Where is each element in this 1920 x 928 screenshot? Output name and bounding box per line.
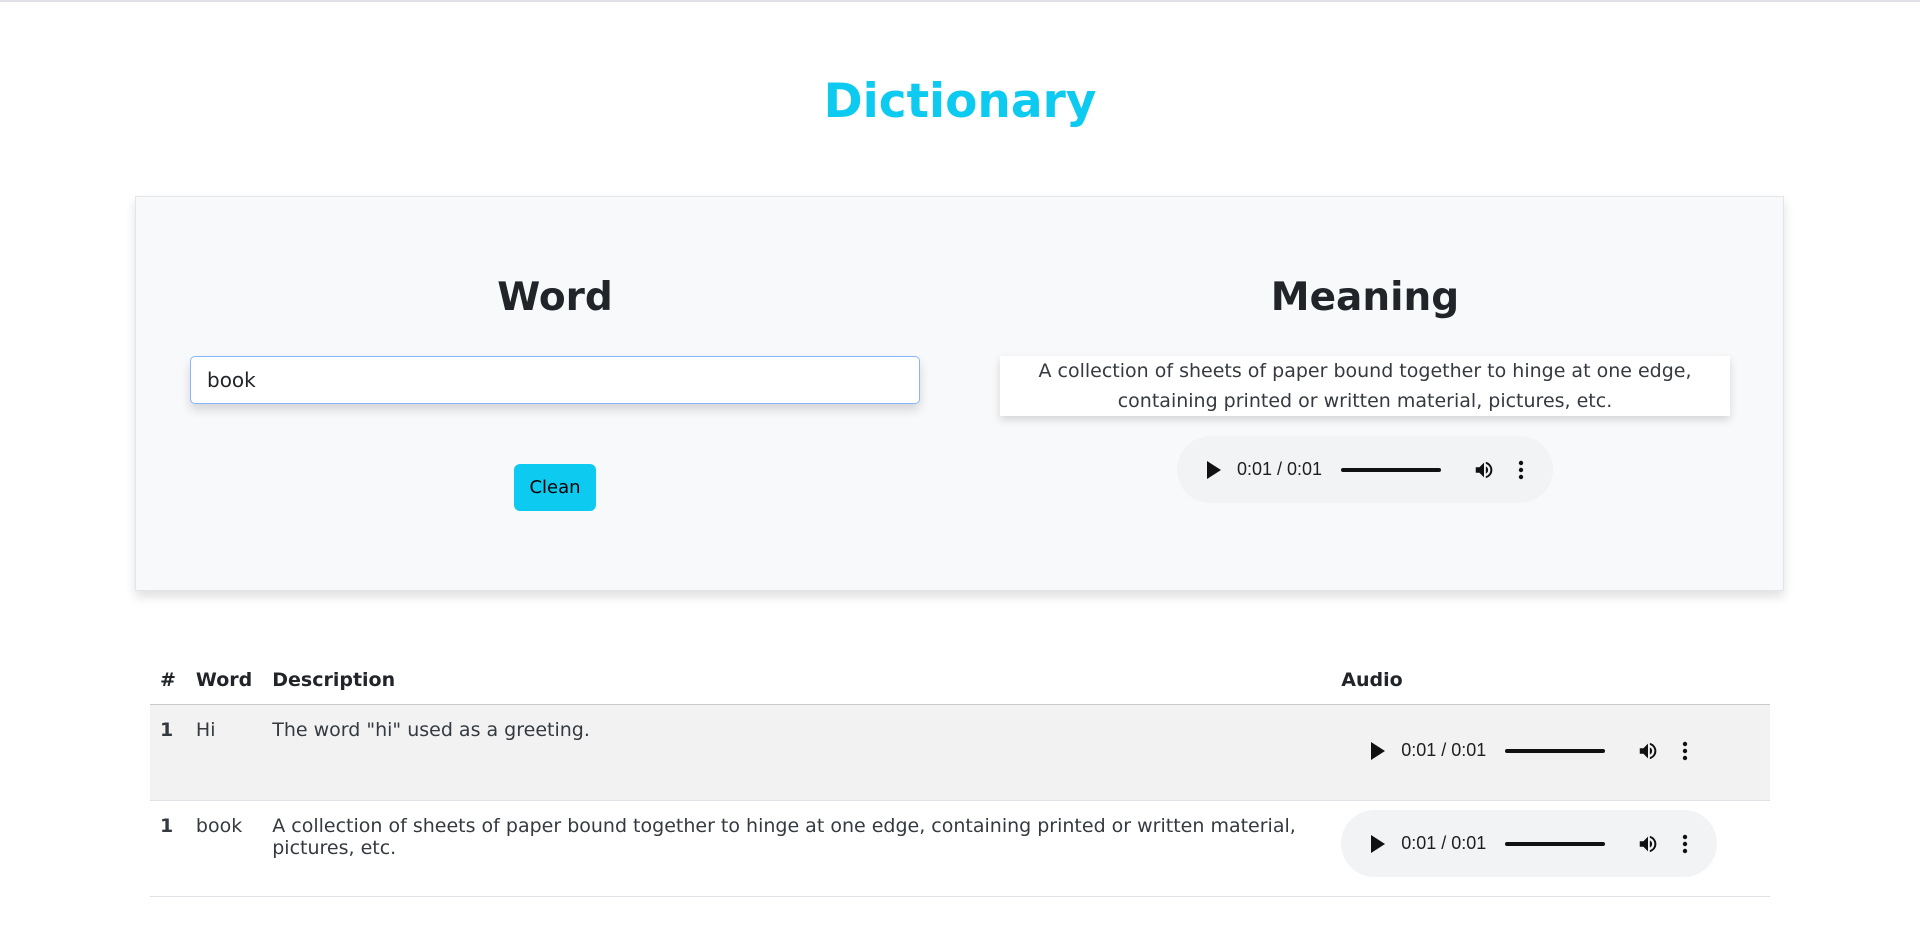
word-heading: Word (497, 275, 613, 320)
header-audio: Audio (1331, 656, 1770, 705)
meaning-output: A collection of sheets of paper bound to… (1000, 356, 1730, 416)
header-description: Description (262, 656, 1332, 705)
clean-button[interactable]: Clean (514, 464, 596, 511)
table-header-row: # Word Description Audio (150, 656, 1770, 705)
top-border (0, 0, 1920, 2)
play-icon[interactable] (1207, 460, 1221, 479)
meaning-audio-player[interactable]: 0:01 / 0:01 (1177, 436, 1553, 503)
row-number: 1 (150, 704, 186, 801)
row-word: Hi (185, 704, 263, 801)
row-word: book (185, 800, 263, 897)
table-row: 1 book A collection of sheets of paper b… (150, 800, 1770, 897)
header-word: Word (185, 656, 263, 705)
row-audio-cell: 0:01 / 0:01 (1331, 800, 1770, 897)
more-vertical-icon[interactable] (1511, 457, 1531, 483)
volume-icon[interactable] (1635, 831, 1661, 857)
table-row: 1 Hi The word "hi" used as a greeting. 0… (150, 704, 1770, 801)
audio-progress-slider[interactable] (1505, 748, 1606, 753)
words-table: # Word Description Audio 1 Hi The word "… (150, 656, 1770, 897)
row-audio-cell: 0:01 / 0:01 (1331, 704, 1770, 801)
play-icon[interactable] (1371, 741, 1386, 760)
row-audio-player[interactable]: 0:01 / 0:01 (1341, 810, 1718, 877)
header-number: # (150, 656, 186, 705)
more-vertical-icon[interactable] (1675, 738, 1695, 764)
audio-progress-slider[interactable] (1505, 841, 1606, 846)
volume-icon[interactable] (1635, 738, 1661, 764)
word-input[interactable] (190, 356, 920, 404)
row-number: 1 (150, 800, 186, 897)
audio-time: 0:01 / 0:01 (1401, 833, 1487, 853)
row-audio-player[interactable]: 0:01 / 0:01 (1341, 717, 1718, 784)
row-description: A collection of sheets of paper bound to… (262, 800, 1332, 897)
audio-time: 0:01 / 0:01 (1401, 740, 1487, 760)
meaning-heading: Meaning (1270, 275, 1460, 320)
row-description: The word "hi" used as a greeting. (262, 704, 1332, 801)
audio-time: 0:01 / 0:01 (1237, 459, 1323, 479)
volume-icon[interactable] (1471, 457, 1497, 483)
more-vertical-icon[interactable] (1675, 831, 1695, 857)
play-icon[interactable] (1371, 834, 1386, 853)
audio-progress-slider[interactable] (1341, 467, 1441, 472)
page-title: Dictionary (823, 74, 1097, 129)
